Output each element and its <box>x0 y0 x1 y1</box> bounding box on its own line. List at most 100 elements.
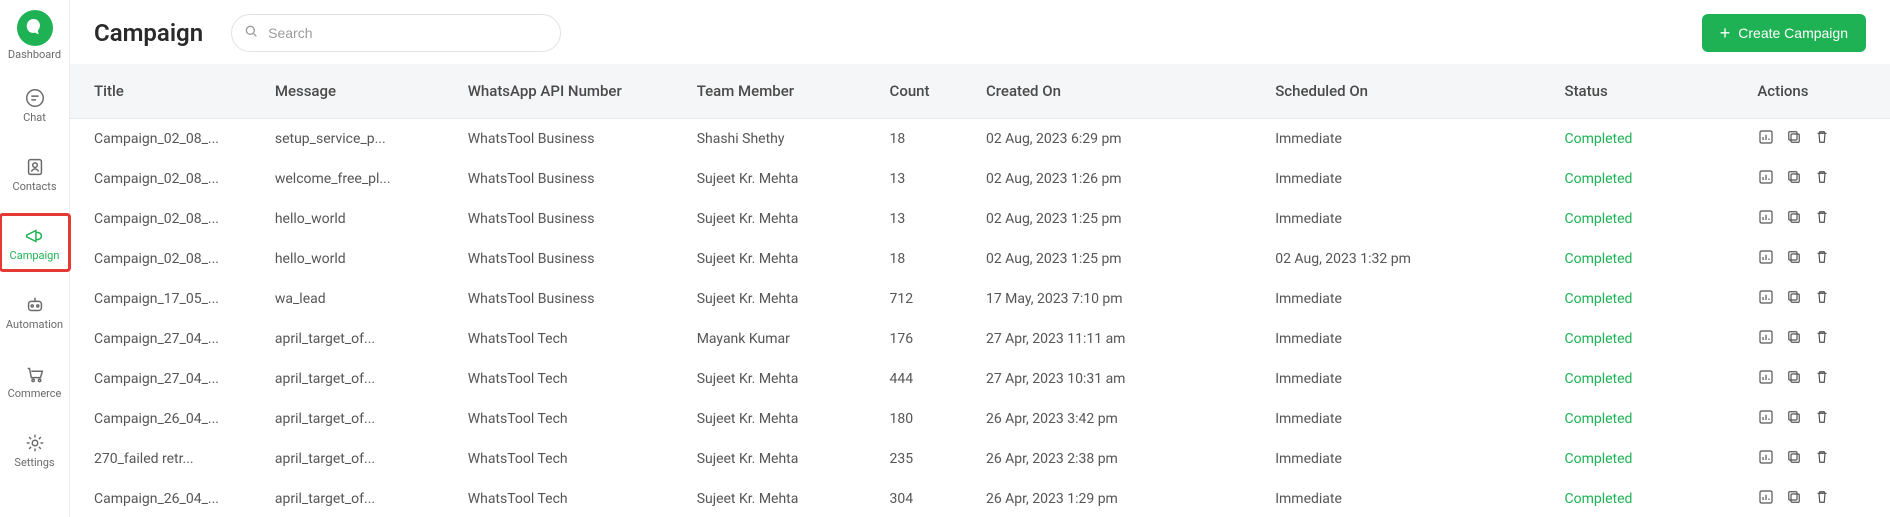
col-header-title[interactable]: Title <box>70 64 263 119</box>
analytics-icon[interactable] <box>1757 288 1775 310</box>
delete-icon[interactable] <box>1813 488 1831 510</box>
cell-member: Mayank Kumar <box>685 319 878 359</box>
cell-api: WhatsTool Tech <box>456 479 685 517</box>
cell-actions <box>1745 479 1890 517</box>
search-wrap <box>231 14 561 52</box>
app-logo[interactable] <box>17 10 53 46</box>
table-row: Campaign_17_05_...wa_leadWhatsTool Busin… <box>70 279 1890 319</box>
cell-member: Sujeet Kr. Mehta <box>685 359 878 399</box>
cell-api: WhatsTool Tech <box>456 359 685 399</box>
cell-title[interactable]: Campaign_27_04_... <box>70 359 263 399</box>
search-input[interactable] <box>231 14 561 52</box>
cell-created: 26 Apr, 2023 2:38 pm <box>974 439 1263 479</box>
delete-icon[interactable] <box>1813 288 1831 310</box>
cell-count: 13 <box>878 199 974 239</box>
cell-scheduled: Immediate <box>1263 199 1552 239</box>
plus-icon: + <box>1720 24 1731 42</box>
analytics-icon[interactable] <box>1757 368 1775 390</box>
delete-icon[interactable] <box>1813 248 1831 270</box>
cell-title[interactable]: Campaign_02_08_... <box>70 239 263 279</box>
copy-icon[interactable] <box>1785 368 1803 390</box>
cell-title[interactable]: Campaign_02_08_... <box>70 119 263 160</box>
sidebar-item-automation[interactable]: Automation <box>5 286 65 337</box>
copy-icon[interactable] <box>1785 208 1803 230</box>
table-row: Campaign_26_04_...april_target_of...What… <box>70 479 1890 517</box>
copy-icon[interactable] <box>1785 488 1803 510</box>
cell-scheduled: Immediate <box>1263 119 1552 160</box>
sidebar-item-chat[interactable]: Chat <box>5 79 65 130</box>
chat-icon <box>22 85 48 111</box>
copy-icon[interactable] <box>1785 128 1803 150</box>
delete-icon[interactable] <box>1813 128 1831 150</box>
cell-actions <box>1745 399 1890 439</box>
sidebar-item-label: Settings <box>14 456 54 469</box>
cell-api: WhatsTool Tech <box>456 319 685 359</box>
table-row: Campaign_26_04_...april_target_of...What… <box>70 399 1890 439</box>
cell-created: 27 Apr, 2023 11:11 am <box>974 319 1263 359</box>
cell-count: 235 <box>878 439 974 479</box>
col-header-message[interactable]: Message <box>263 64 456 119</box>
sidebar-item-campaign[interactable]: Campaign <box>5 217 65 268</box>
col-header-status[interactable]: Status <box>1552 64 1745 119</box>
cell-title[interactable]: Campaign_02_08_... <box>70 199 263 239</box>
sidebar-item-commerce[interactable]: Commerce <box>5 355 65 406</box>
sidebar-item-contacts[interactable]: Contacts <box>5 148 65 199</box>
analytics-icon[interactable] <box>1757 208 1775 230</box>
cell-scheduled: Immediate <box>1263 359 1552 399</box>
analytics-icon[interactable] <box>1757 168 1775 190</box>
cell-created: 02 Aug, 2023 1:25 pm <box>974 199 1263 239</box>
table-row: Campaign_02_08_...setup_service_p...What… <box>70 119 1890 160</box>
cell-scheduled: Immediate <box>1263 439 1552 479</box>
cell-scheduled: Immediate <box>1263 279 1552 319</box>
analytics-icon[interactable] <box>1757 328 1775 350</box>
delete-icon[interactable] <box>1813 328 1831 350</box>
col-header-scheduled[interactable]: Scheduled On <box>1263 64 1552 119</box>
analytics-icon[interactable] <box>1757 408 1775 430</box>
cell-count: 176 <box>878 319 974 359</box>
sidebar-item-settings[interactable]: Settings <box>5 424 65 475</box>
col-header-member[interactable]: Team Member <box>685 64 878 119</box>
copy-icon[interactable] <box>1785 288 1803 310</box>
cell-status: Completed <box>1552 399 1745 439</box>
analytics-icon[interactable] <box>1757 128 1775 150</box>
analytics-icon[interactable] <box>1757 248 1775 270</box>
cell-status: Completed <box>1552 439 1745 479</box>
col-header-count[interactable]: Count <box>878 64 974 119</box>
copy-icon[interactable] <box>1785 248 1803 270</box>
cell-status: Completed <box>1552 119 1745 160</box>
app-logo-label: Dashboard <box>8 48 61 61</box>
copy-icon[interactable] <box>1785 408 1803 430</box>
delete-icon[interactable] <box>1813 368 1831 390</box>
cell-created: 02 Aug, 2023 1:26 pm <box>974 159 1263 199</box>
col-header-api[interactable]: WhatsApp API Number <box>456 64 685 119</box>
cell-title[interactable]: Campaign_17_05_... <box>70 279 263 319</box>
delete-icon[interactable] <box>1813 168 1831 190</box>
col-header-actions: Actions <box>1745 64 1890 119</box>
cell-title[interactable]: Campaign_02_08_... <box>70 159 263 199</box>
create-campaign-button[interactable]: + Create Campaign <box>1702 14 1866 52</box>
cell-api: WhatsTool Business <box>456 239 685 279</box>
cell-actions <box>1745 319 1890 359</box>
analytics-icon[interactable] <box>1757 488 1775 510</box>
cell-api: WhatsTool Business <box>456 159 685 199</box>
cell-status: Completed <box>1552 319 1745 359</box>
delete-icon[interactable] <box>1813 408 1831 430</box>
cell-message: april_target_of... <box>263 359 456 399</box>
cell-member: Sujeet Kr. Mehta <box>685 479 878 517</box>
cell-count: 18 <box>878 239 974 279</box>
cell-status: Completed <box>1552 159 1745 199</box>
copy-icon[interactable] <box>1785 328 1803 350</box>
cell-title[interactable]: Campaign_26_04_... <box>70 479 263 517</box>
col-header-created[interactable]: Created On <box>974 64 1263 119</box>
cell-title[interactable]: Campaign_26_04_... <box>70 399 263 439</box>
delete-icon[interactable] <box>1813 448 1831 470</box>
sidebar-item-label: Chat <box>23 111 46 124</box>
analytics-icon[interactable] <box>1757 448 1775 470</box>
delete-icon[interactable] <box>1813 208 1831 230</box>
cell-scheduled: Immediate <box>1263 159 1552 199</box>
cell-count: 712 <box>878 279 974 319</box>
copy-icon[interactable] <box>1785 448 1803 470</box>
cell-title[interactable]: 270_failed retr... <box>70 439 263 479</box>
copy-icon[interactable] <box>1785 168 1803 190</box>
cell-title[interactable]: Campaign_27_04_... <box>70 319 263 359</box>
